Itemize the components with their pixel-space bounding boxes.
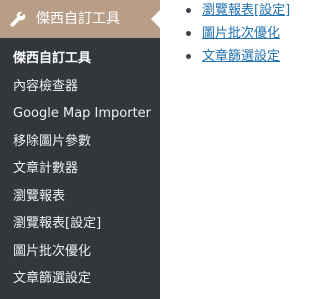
list-item: 文章篩選設定 xyxy=(176,48,290,71)
link-image-batch-optimize[interactable]: 圖片批次優化 xyxy=(202,26,280,41)
list-item: 圖片批次優化 xyxy=(176,25,290,48)
submenu-item-post-filter-settings[interactable]: 文章篩選設定 xyxy=(0,265,160,293)
bullet-icon xyxy=(186,8,191,13)
submenu-item-remove-image-params[interactable]: 移除圖片參數 xyxy=(0,128,160,156)
content-link-list: 瀏覽報表[設定] 圖片批次優化 文章篩選設定 xyxy=(176,2,290,71)
link-view-report-settings[interactable]: 瀏覽報表[設定] xyxy=(202,3,290,18)
wrench-icon xyxy=(9,10,27,28)
submenu-item-content-inspector[interactable]: 內容檢查器 xyxy=(0,73,160,101)
bullet-icon xyxy=(186,54,191,59)
admin-sidebar: 傑西自訂工具 傑西自訂工具 內容檢查器 Google Map Importer … xyxy=(0,0,160,299)
menu-item-jesse-tools[interactable]: 傑西自訂工具 xyxy=(0,0,160,38)
submenu-item-image-batch-optimize[interactable]: 圖片批次優化 xyxy=(0,238,160,266)
submenu: 傑西自訂工具 內容檢查器 Google Map Importer 移除圖片參數 … xyxy=(0,45,160,293)
list-item: 瀏覽報表[設定] xyxy=(176,2,290,25)
link-post-filter-settings[interactable]: 文章篩選設定 xyxy=(202,49,280,64)
submenu-item-view-report-settings[interactable]: 瀏覽報表[設定] xyxy=(0,210,160,238)
bullet-icon xyxy=(186,31,191,36)
active-pointer xyxy=(151,10,160,28)
submenu-item-view-report[interactable]: 瀏覽報表 xyxy=(0,183,160,211)
submenu-item-post-counter[interactable]: 文章計數器 xyxy=(0,155,160,183)
menu-item-label: 傑西自訂工具 xyxy=(36,11,120,27)
submenu-item-jesse-tools[interactable]: 傑西自訂工具 xyxy=(0,45,160,73)
submenu-item-google-map-importer[interactable]: Google Map Importer xyxy=(0,100,160,128)
